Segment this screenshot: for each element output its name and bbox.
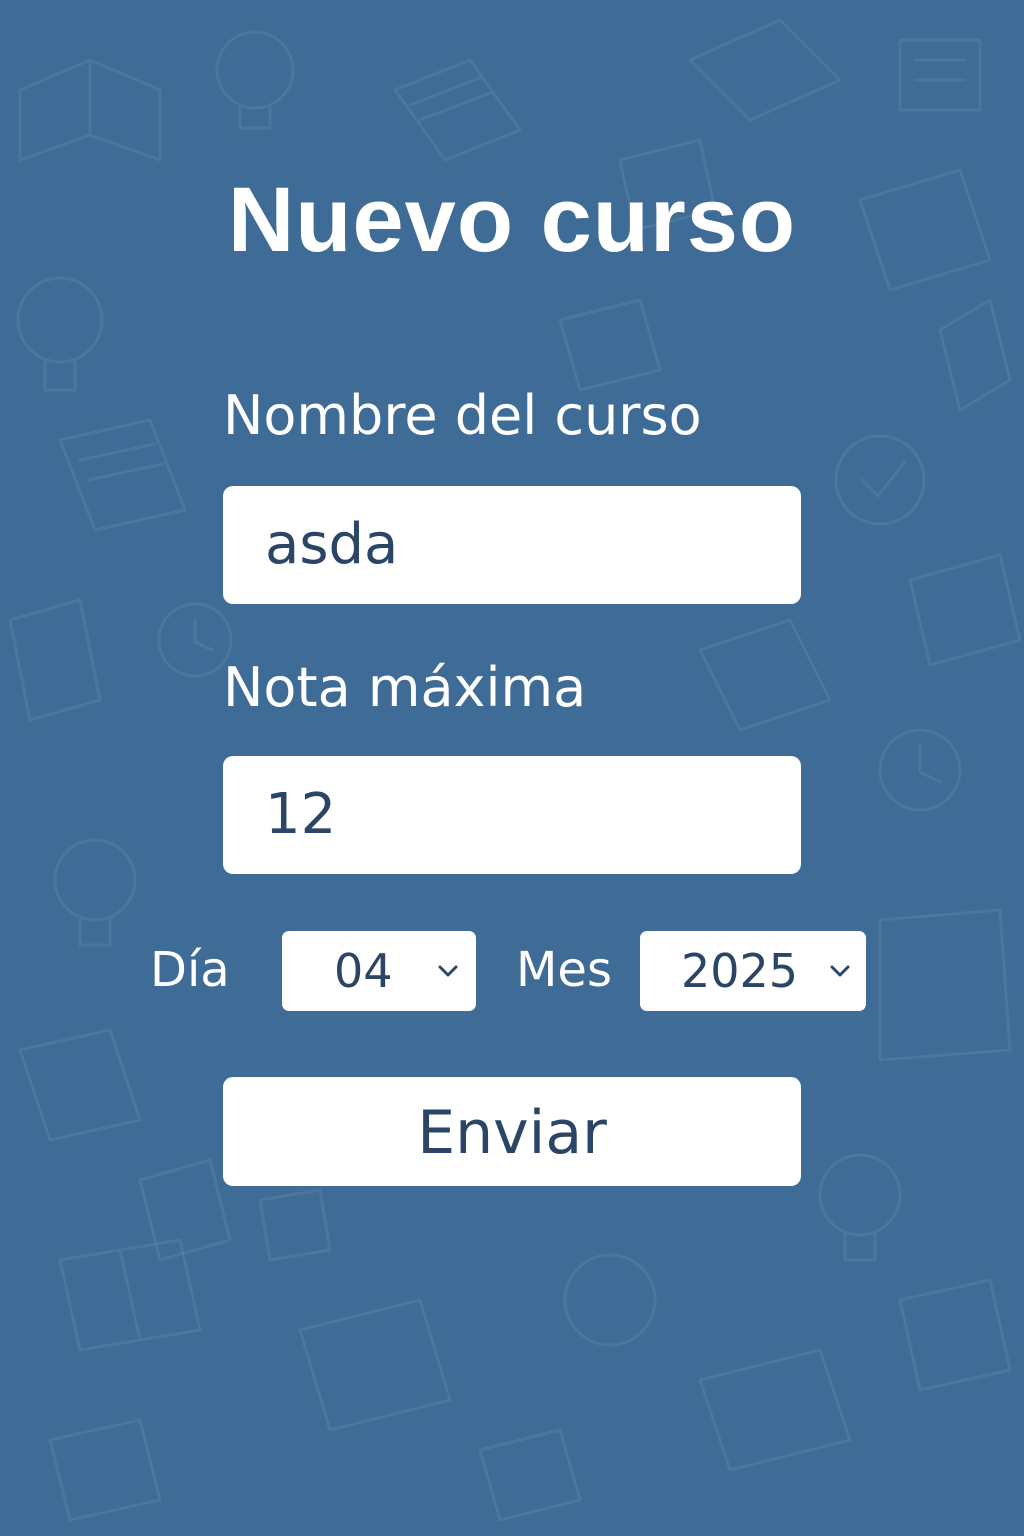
- max-grade-value: 12: [265, 782, 337, 847]
- day-label: Día: [150, 942, 230, 998]
- month-select[interactable]: 2025: [640, 931, 866, 1011]
- page-title: Nuevo curso: [227, 169, 797, 271]
- month-label: Mes: [516, 942, 612, 998]
- course-name-value: asda: [265, 512, 399, 577]
- submit-button[interactable]: Enviar: [223, 1077, 801, 1186]
- chevron-down-icon: [830, 965, 850, 977]
- max-grade-input[interactable]: 12: [223, 756, 801, 874]
- day-select-value: 04: [334, 944, 393, 998]
- day-select[interactable]: 04: [282, 931, 476, 1011]
- month-select-value: 2025: [681, 944, 799, 998]
- chevron-down-icon: [438, 965, 458, 977]
- course-name-label: Nombre del curso: [223, 384, 702, 447]
- max-grade-label: Nota máxima: [223, 656, 587, 719]
- course-name-input[interactable]: asda: [223, 486, 801, 604]
